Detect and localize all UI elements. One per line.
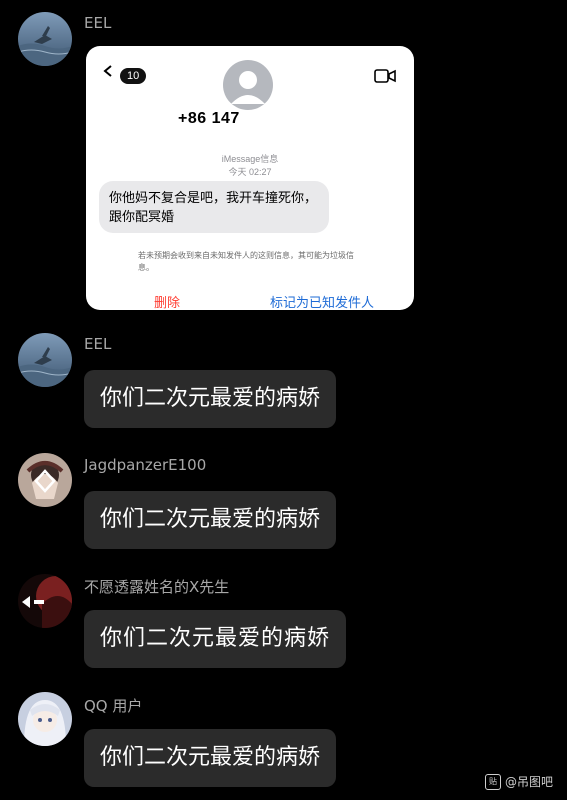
message-bubble[interactable]: 你们二次元最爱的病娇 [84,491,337,549]
avatar-jagdpanzer[interactable] [18,453,72,507]
avatar-eel[interactable] [18,333,72,387]
back-chevron-icon [103,65,112,77]
message-time: 今天 02:27 [228,167,272,177]
sender-name: 不愿透露姓名的X先生 [84,578,230,596]
watermark-text: @吊图吧 [504,775,553,789]
mark-known-sender-button[interactable]: 标记为已知发件人 [270,292,374,310]
sender-name: QQ 用户 [84,697,143,715]
sms-bubble: 你他妈不复合是吧，我开车撞死你，跟你配冥婚 [99,181,329,233]
dark-anime-avatar-icon [18,574,72,628]
avatar-mr-x[interactable] [18,574,72,628]
delete-button[interactable]: 删除 [154,292,180,310]
phone-number: +86 147 [178,110,240,127]
sender-name: JagdpanzerE100 [84,456,207,474]
screenshot-image[interactable]: 10 +86 147 iMessage信息 今天 02:27 你他妈不复合是吧，… [86,46,414,310]
message-bubble[interactable]: 你们二次元最爱的病娇 [84,370,337,428]
avatar-eel[interactable] [18,12,72,66]
message-bubble[interactable]: 你们二次元最爱的病娇 [84,610,347,668]
watermark: 贴 @吊图吧 [484,773,553,790]
sea-bird-avatar-icon [18,12,72,66]
white-hair-anime-avatar-icon [18,692,72,746]
unread-badge: 10 [120,68,147,84]
service-label: iMessage信息 [221,154,279,164]
contact-avatar [223,60,273,110]
sender-name: EEL [84,14,112,32]
message-bubble[interactable]: 你们二次元最爱的病娇 [84,729,337,787]
video-call-icon [374,69,396,83]
avatar-qq-user[interactable] [18,692,72,746]
tieba-icon: 贴 [484,773,501,790]
person-icon [231,71,265,104]
sea-bird-avatar-icon [18,333,72,387]
junk-warning: 若未预期会收到来自未知发件人的这则信息，其可能为垃圾信息。 [138,251,354,272]
anime-character-avatar-icon [18,453,72,507]
sender-name: EEL [84,335,112,353]
